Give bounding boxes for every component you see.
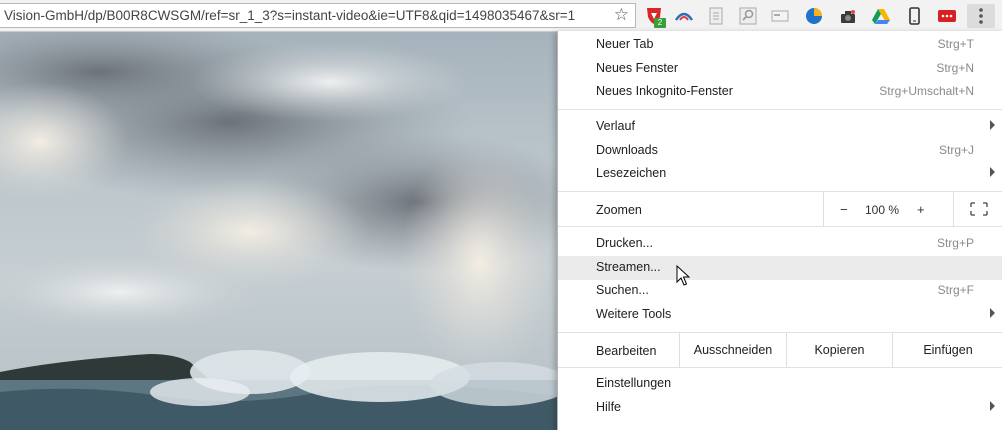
page-extension-icon[interactable] <box>706 6 726 26</box>
menu-item-new-tab[interactable]: Neuer Tab Strg+T <box>558 33 1002 57</box>
menu-item-shortcut: Strg+P <box>936 236 974 250</box>
zoom-row: Zoomen − 100 % + <box>558 192 1002 226</box>
mouse-cursor-icon <box>676 264 691 290</box>
menu-item-new-incognito-window[interactable]: Neues Inkognito-Fenster Strg+Umschalt+N <box>558 80 1002 104</box>
red-extension-icon[interactable] <box>937 6 957 26</box>
menu-item-bookmarks[interactable]: Lesezeichen <box>558 162 1002 186</box>
menu-item-label: Einstellungen <box>596 376 672 390</box>
submenu-arrow-icon <box>990 167 995 177</box>
url-text[interactable]: Vision-GmbH/dp/B00R8CWSGM/ref=sr_1_3?s=i… <box>4 8 604 23</box>
browser-main-menu: Neuer Tab Strg+T Neues Fenster Strg+N Ne… <box>557 31 1002 430</box>
menu-item-help[interactable]: Hilfe <box>558 396 1002 420</box>
edit-row: Bearbeiten Ausschneiden Kopieren Einfüge… <box>558 333 1002 367</box>
video-frame[interactable] <box>0 32 560 430</box>
menu-item-label: Downloads <box>596 143 658 157</box>
menu-item-print[interactable]: Drucken... Strg+P <box>558 232 1002 256</box>
menu-item-label: Neues Inkognito-Fenster <box>596 84 733 98</box>
zoom-in-button[interactable]: + <box>917 202 925 217</box>
copy-button[interactable]: Kopieren <box>786 333 892 367</box>
menu-item-downloads[interactable]: Downloads Strg+J <box>558 139 1002 163</box>
zoom-level-value: 100 % <box>865 203 900 217</box>
zoom-controls: − 100 % + <box>823 192 953 226</box>
card-extension-icon[interactable] <box>770 6 790 26</box>
circle-extension-icon[interactable] <box>804 6 824 26</box>
menu-item-shortcut: Strg+F <box>937 283 974 297</box>
submenu-arrow-icon <box>990 401 995 411</box>
cut-button[interactable]: Ausschneiden <box>679 333 786 367</box>
menu-item-label: Suchen... <box>596 283 649 297</box>
menu-item-label: Neuer Tab <box>596 37 654 51</box>
fullscreen-button[interactable] <box>953 192 1002 226</box>
menu-item-shortcut: Strg+T <box>937 37 974 51</box>
fullscreen-icon <box>970 202 988 216</box>
menu-item-shortcut: Strg+J <box>938 143 974 157</box>
menu-item-new-window[interactable]: Neues Fenster Strg+N <box>558 57 1002 81</box>
paste-button[interactable]: Einfügen <box>892 333 1002 367</box>
menu-item-cast[interactable]: Streamen... <box>558 256 1002 280</box>
menu-item-history[interactable]: Verlauf <box>558 115 1002 139</box>
menu-item-label: Drucken... <box>596 236 653 250</box>
address-bar[interactable]: Vision-GmbH/dp/B00R8CWSGM/ref=sr_1_3?s=i… <box>0 3 636 28</box>
phone-icon[interactable] <box>904 6 924 26</box>
ocean-clouds-image <box>0 32 560 430</box>
zoom-label: Zoomen <box>596 203 642 217</box>
menu-item-label: Neues Fenster <box>596 61 678 75</box>
menu-item-find[interactable]: Suchen... Strg+F <box>558 279 1002 303</box>
browser-toolbar: Vision-GmbH/dp/B00R8CWSGM/ref=sr_1_3?s=i… <box>0 0 1002 32</box>
camera-extension-icon[interactable] <box>838 6 858 26</box>
search-page-extension-icon[interactable] <box>738 6 758 26</box>
drive-icon[interactable] <box>871 6 891 26</box>
menu-item-more-tools[interactable]: Weitere Tools <box>558 303 1002 327</box>
menu-item-shortcut: Strg+N <box>936 61 974 75</box>
extension-badge: 2 <box>654 18 666 28</box>
bookmark-star-icon[interactable]: ☆ <box>614 5 629 25</box>
menu-item-label: Weitere Tools <box>596 307 672 321</box>
menu-item-label: Streamen... <box>596 260 661 274</box>
menu-separator <box>558 367 1002 368</box>
arc-extension-icon[interactable] <box>674 6 694 26</box>
zoom-out-button[interactable]: − <box>840 202 848 217</box>
kebab-menu-icon[interactable] <box>967 4 995 28</box>
menu-item-label: Hilfe <box>596 400 622 414</box>
menu-item-settings[interactable]: Einstellungen <box>558 372 1002 396</box>
menu-separator <box>558 109 1002 110</box>
menu-item-shortcut: Strg+Umschalt+N <box>879 84 974 98</box>
submenu-arrow-icon <box>990 308 995 318</box>
menu-item-label: Lesezeichen <box>596 166 667 180</box>
shield-extension-icon[interactable]: 2 <box>644 6 666 28</box>
submenu-arrow-icon <box>990 120 995 130</box>
menu-separator <box>558 226 1002 227</box>
menu-item-label: Verlauf <box>596 119 635 133</box>
edit-label: Bearbeiten <box>596 344 657 358</box>
